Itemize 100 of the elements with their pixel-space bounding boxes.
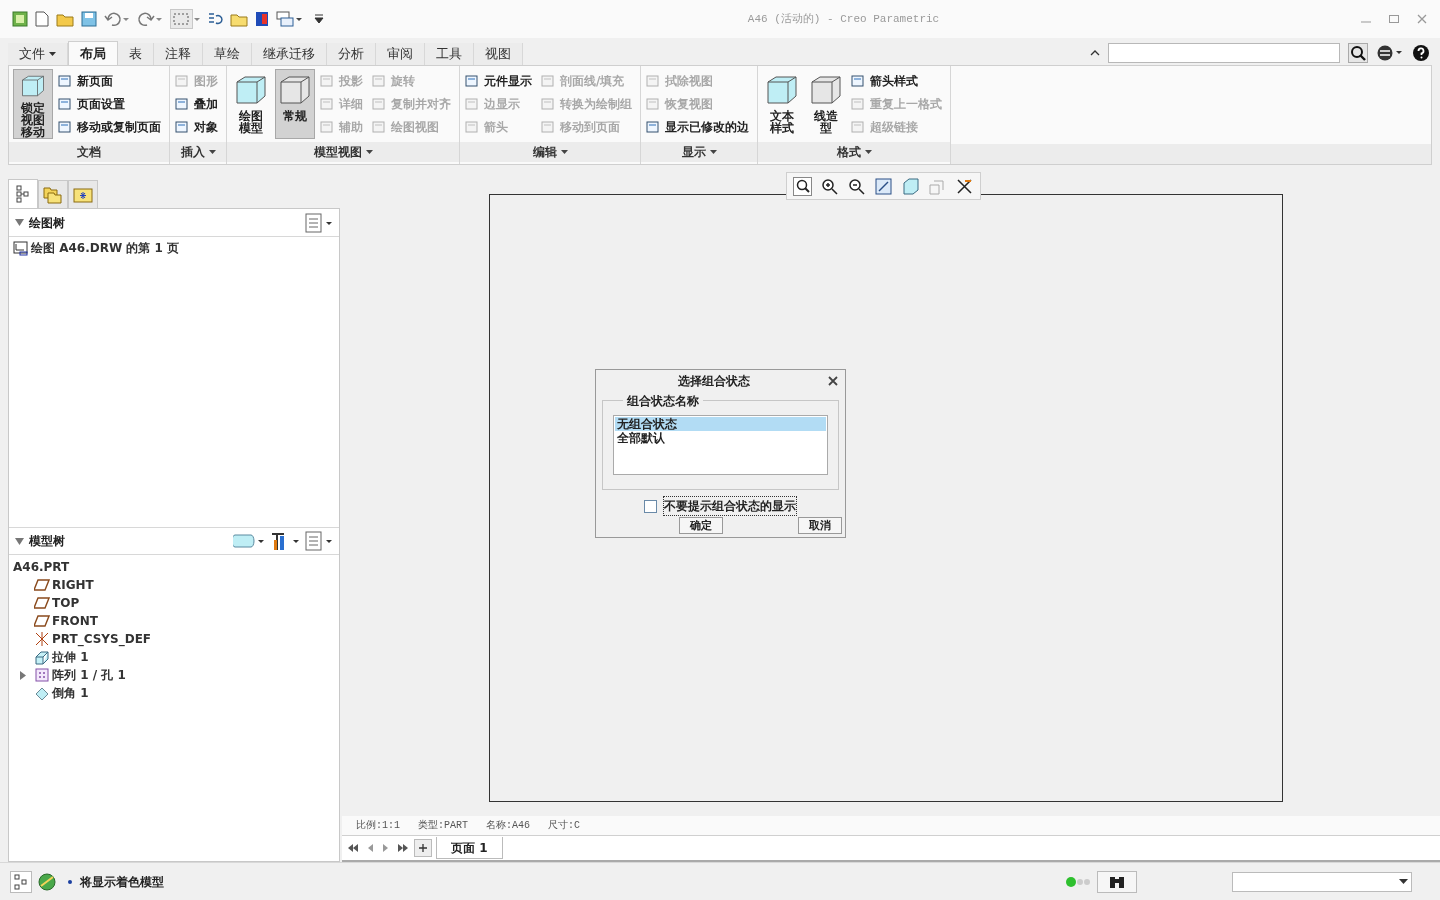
ribbon-tab[interactable]: 审阅 (376, 43, 425, 65)
save-icon[interactable] (81, 11, 97, 27)
tool-button[interactable]: 新页面 (57, 70, 165, 92)
large-tool-button[interactable]: 绘图模型 (231, 69, 271, 139)
repaint-icon[interactable] (874, 176, 893, 196)
tree-root[interactable]: A46.PRT (13, 558, 335, 576)
tool-button[interactable]: 叠加 (174, 93, 222, 115)
tool-icon (540, 119, 556, 135)
undo-icon[interactable] (104, 11, 130, 27)
tool-button[interactable]: 移动或复制页面 (57, 116, 165, 138)
large-tool-button[interactable]: 锁定视图移动 (13, 69, 53, 139)
caret-icon (864, 150, 872, 154)
tree-toggle-icon[interactable] (10, 870, 32, 893)
ribbon-tab[interactable]: 布局 (68, 41, 118, 65)
cube-icon[interactable] (901, 176, 920, 196)
tool-icon (540, 96, 556, 112)
maximize-icon[interactable] (1388, 14, 1400, 24)
tools-icon[interactable] (269, 530, 301, 552)
dialog-button[interactable]: 确定 (679, 517, 723, 534)
group-label[interactable]: 显示 (641, 142, 757, 162)
checkbox-label[interactable]: 不要提示组合状态的显示 (663, 496, 797, 516)
status-lights-icon (1065, 875, 1093, 888)
page-tab[interactable]: 页面 1 (436, 837, 503, 859)
regenerate-icon[interactable] (207, 11, 223, 27)
list-settings-icon[interactable] (305, 212, 333, 233)
tool-icon (371, 73, 387, 89)
tree-item[interactable]: 阵列 1 / 孔 1 (52, 666, 126, 684)
help-icon[interactable] (1412, 44, 1430, 62)
tree-item[interactable]: RIGHT (52, 576, 94, 594)
tool-icon (850, 119, 866, 135)
tool-button[interactable]: 显示已修改的边 (645, 116, 753, 138)
zoom-fit-icon[interactable] (793, 176, 812, 196)
ribbon-tab[interactable]: 继承迁移 (252, 43, 327, 65)
panel-title: 绘图树 (29, 214, 66, 232)
ribbon-tab[interactable]: 注释 (154, 43, 203, 65)
large-tool-button[interactable]: 常规 (275, 69, 315, 139)
sheet-icon (13, 240, 29, 256)
tool-icon (371, 96, 387, 112)
navigator-tab[interactable] (8, 179, 38, 208)
zoom-out-icon[interactable] (847, 176, 866, 196)
open-folder-icon[interactable] (56, 11, 74, 27)
close-icon[interactable] (828, 376, 838, 386)
navigator-tab[interactable] (68, 180, 98, 208)
tree-item[interactable]: 倒角 1 (52, 684, 89, 702)
tool-icon (850, 73, 866, 89)
expand-arrow-icon[interactable] (19, 670, 27, 680)
ribbon-tab[interactable]: 分析 (327, 43, 376, 65)
tool-icon (371, 119, 387, 135)
tree-item[interactable]: TOP (52, 594, 80, 612)
dropdown-caret-icon (1399, 879, 1408, 884)
zoom-in-icon[interactable] (820, 176, 839, 196)
first-page-icon[interactable] (346, 843, 360, 853)
last-page-icon[interactable] (396, 843, 410, 853)
tree-item[interactable]: 拉伸 1 (52, 648, 89, 666)
axis-icon[interactable] (955, 176, 974, 196)
list-option[interactable]: 无组合状态 (615, 417, 826, 431)
dialog-title: 选择组合状态 (676, 373, 751, 390)
checkbox[interactable] (644, 499, 657, 513)
select-box-icon[interactable] (170, 9, 200, 29)
search-field[interactable] (1108, 43, 1340, 63)
tool-button[interactable]: 箭头样式 (850, 70, 946, 92)
tool-button[interactable]: 对象 (174, 116, 222, 138)
tool-icon (464, 96, 480, 112)
collapse-triangle-icon[interactable] (15, 537, 24, 545)
redo-icon[interactable] (137, 11, 163, 27)
list-option[interactable]: 全部默认 (615, 431, 826, 445)
new-file-icon[interactable] (35, 11, 49, 27)
ribbon-tab[interactable]: 表 (118, 43, 154, 65)
tool-icon (645, 96, 661, 112)
caret-icon (709, 150, 717, 154)
sheet-info-text: 类型:PART (418, 819, 469, 833)
search-icon[interactable] (1348, 43, 1368, 63)
navigator-tab[interactable] (38, 180, 68, 208)
tool-button[interactable]: 元件显示 (464, 70, 536, 92)
datum-plane-icon (34, 579, 50, 591)
dialog-button[interactable]: 取消 (798, 517, 842, 534)
community-icon[interactable] (1376, 44, 1404, 62)
collapse-ribbon-icon[interactable] (1090, 49, 1100, 57)
datum-plane-icon (34, 615, 50, 627)
windows-icon[interactable] (276, 11, 304, 27)
ribbon-tab[interactable]: 视图 (474, 43, 523, 65)
tree-item[interactable]: 绘图 A46.DRW 的第 1 页 (31, 239, 180, 257)
favorites-folder-icon (73, 186, 93, 203)
group-label[interactable]: 格式 (758, 142, 950, 162)
ribbon-tab[interactable]: 工具 (425, 43, 474, 65)
collapse-triangle-icon[interactable] (15, 219, 24, 226)
group-label[interactable]: 模型视图 (227, 142, 459, 162)
tree-item[interactable]: FRONT (52, 612, 98, 630)
group-label[interactable]: 插入 (170, 142, 226, 162)
large-tool-button[interactable]: 线造型 (806, 69, 846, 139)
add-page-icon[interactable] (414, 839, 432, 857)
large-tool-button[interactable]: 文本样式 (762, 69, 802, 139)
tool-button[interactable]: 页面设置 (57, 93, 165, 115)
tree-item[interactable]: PRT_CSYS_DEF (52, 630, 152, 648)
dropdown-caret-icon (49, 52, 56, 56)
group-label[interactable]: 编辑 (460, 142, 640, 162)
folder-icon[interactable] (230, 11, 248, 27)
status-message: 将显示着色模型 (80, 873, 164, 891)
ribbon-tab[interactable]: 草绘 (203, 43, 252, 65)
file-menu-tab[interactable]: 文件 (8, 43, 68, 65)
